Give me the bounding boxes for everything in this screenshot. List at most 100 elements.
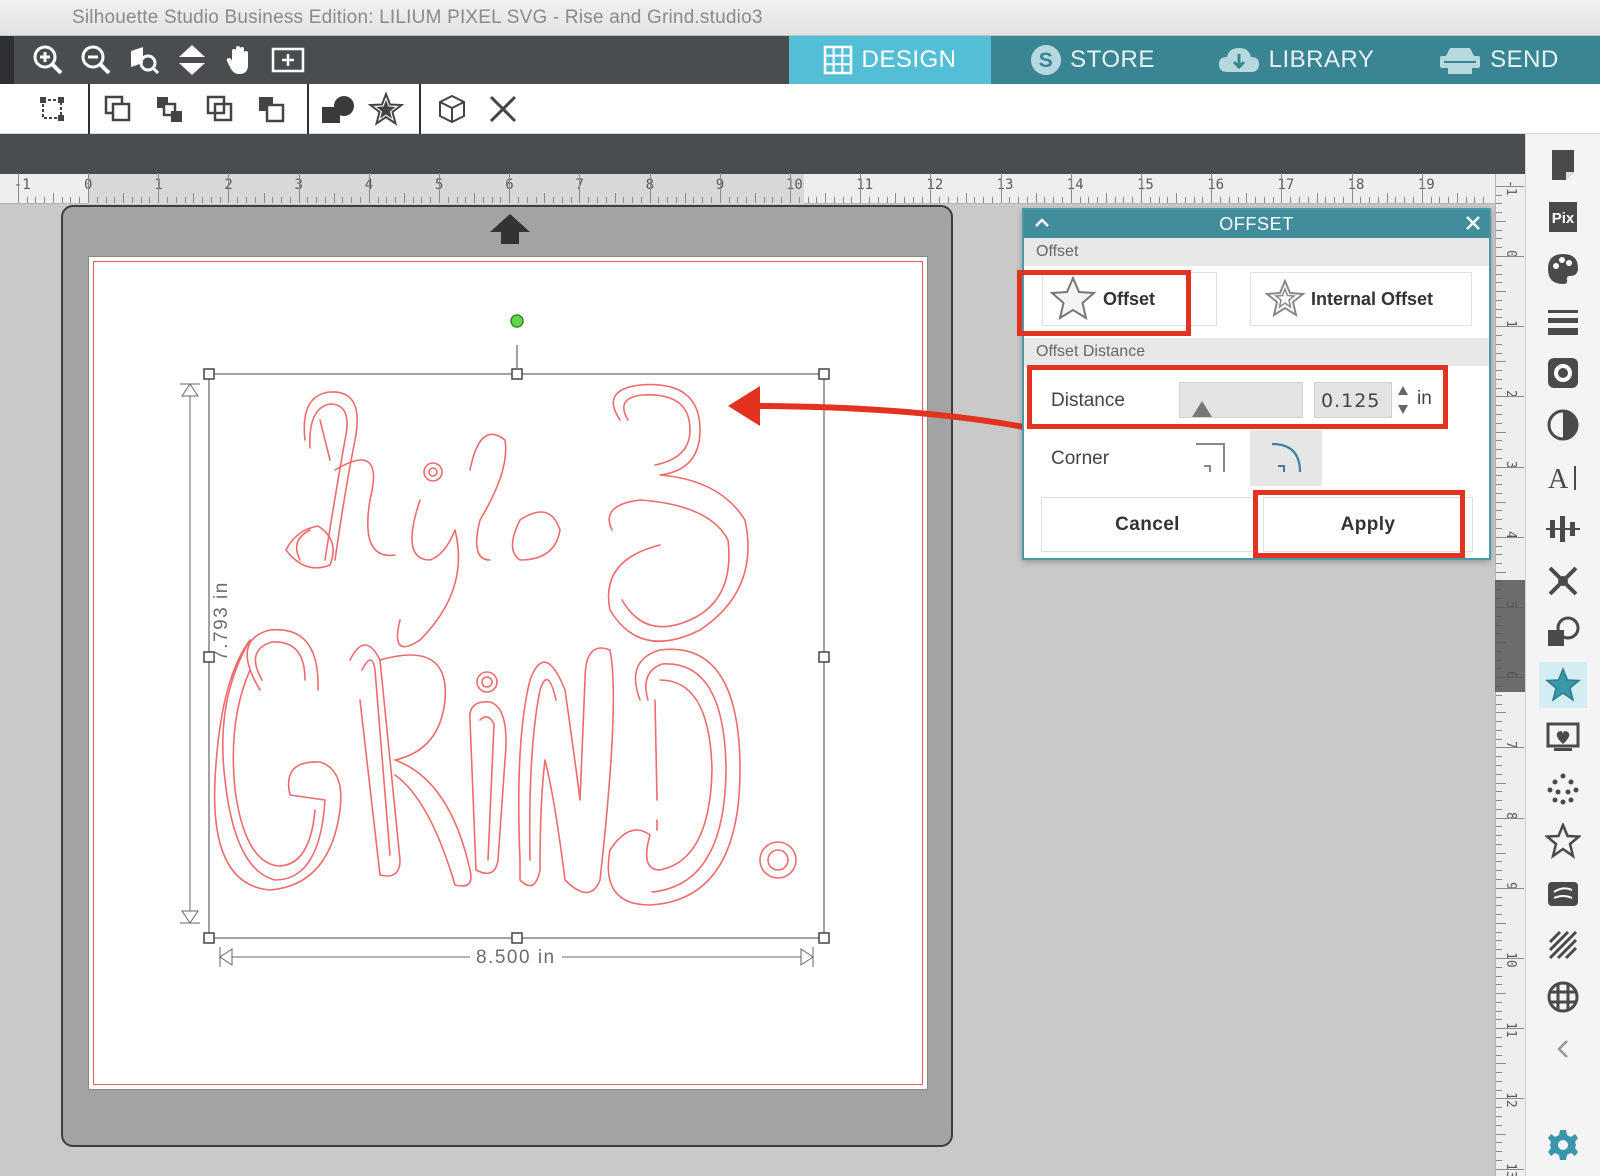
ruler-tick <box>1496 712 1506 714</box>
ruler-tick <box>1496 949 1502 951</box>
contrast-icon[interactable] <box>1539 402 1587 448</box>
ruler-tick <box>1496 220 1506 222</box>
tab-library[interactable]: LIBRARY <box>1194 36 1397 84</box>
sketch-icon[interactable] <box>1539 870 1587 916</box>
fill-pattern-icon[interactable] <box>1539 922 1587 968</box>
close-icon[interactable] <box>1463 212 1483 234</box>
pan-vertical-icon[interactable] <box>172 41 212 79</box>
page-setup-icon[interactable] <box>1539 142 1587 188</box>
ruler-tick <box>1496 291 1506 293</box>
ruler-tick <box>1496 1063 1506 1065</box>
ruler-tick <box>1496 835 1502 837</box>
toolbar-separator <box>88 84 90 134</box>
ruler-tick <box>1219 197 1221 203</box>
bring-forward-icon[interactable] <box>149 90 189 128</box>
ruler-tick <box>1496 1133 1506 1135</box>
ruler-tick <box>1496 256 1524 257</box>
ruler-tick <box>61 197 63 203</box>
corner-round-button[interactable] <box>1250 430 1322 486</box>
ruler-tick <box>1496 413 1502 415</box>
3d-box-icon[interactable] <box>432 90 472 128</box>
line-style-icon[interactable] <box>1539 298 1587 344</box>
send-backward-icon[interactable] <box>200 90 240 128</box>
ruler-tick <box>1496 273 1502 275</box>
ruler-tick <box>140 197 142 203</box>
ruler-tick <box>1176 193 1178 203</box>
settings-gear-icon[interactable] <box>1539 1122 1587 1168</box>
replicate-icon[interactable] <box>1539 558 1587 604</box>
ruler-tick <box>1496 721 1502 723</box>
ruler-tick <box>807 197 809 203</box>
pixscan-icon[interactable]: Pix <box>1539 194 1587 240</box>
ruler-tick <box>316 197 318 203</box>
rhinestone-icon[interactable] <box>1539 766 1587 812</box>
ruler-tick <box>1228 197 1230 203</box>
trace-icon[interactable] <box>1539 714 1587 760</box>
ruler-tick <box>1281 173 1283 203</box>
zoom-selected-icon[interactable] <box>124 41 164 79</box>
ruler-tick <box>386 197 388 203</box>
fit-to-page-icon[interactable] <box>268 41 308 79</box>
zoom-out-icon[interactable] <box>76 41 116 79</box>
ruler-tick <box>921 197 923 203</box>
transform-icon[interactable] <box>32 90 72 128</box>
ruler-tick <box>1496 528 1502 530</box>
delete-x-icon[interactable] <box>483 90 523 128</box>
internal-offset-option-button[interactable]: Internal Offset <box>1250 272 1472 326</box>
ruler-tick <box>1044 197 1046 203</box>
corner-label: Corner <box>1051 448 1110 469</box>
modify-shapes-icon[interactable] <box>318 90 358 128</box>
ruler-tick <box>1496 185 1524 187</box>
tab-send[interactable]: SEND <box>1397 36 1600 84</box>
ruler-tick <box>1496 352 1502 354</box>
ruler-tick <box>1448 197 1450 203</box>
store-s-icon: S <box>1031 45 1062 75</box>
feed-direction-arrow-icon <box>490 214 530 244</box>
tab-design[interactable]: DESIGN <box>789 36 991 84</box>
ruler-tick <box>588 197 590 203</box>
modify-icon[interactable] <box>1539 610 1587 656</box>
internal-offset-option-label: Internal Offset <box>1311 288 1434 309</box>
ruler-tick <box>272 197 274 203</box>
grid-icon[interactable] <box>1539 974 1587 1020</box>
text-style-icon[interactable]: A <box>1539 454 1587 500</box>
fill-color-icon[interactable] <box>1539 246 1587 292</box>
ruler-tick <box>1496 563 1502 565</box>
hand-pan-icon[interactable] <box>220 41 260 79</box>
ruler-tick <box>1132 197 1134 203</box>
ruler-tick <box>1496 826 1502 828</box>
tab-store[interactable]: S STORE <box>991 36 1194 84</box>
ruler-tick <box>1496 422 1502 424</box>
send-to-back-icon[interactable] <box>251 90 291 128</box>
grid-icon <box>824 45 853 75</box>
chevron-left-icon[interactable] <box>1539 1026 1587 1072</box>
image-effects-icon[interactable] <box>1539 350 1587 396</box>
align-icon[interactable] <box>1539 506 1587 552</box>
corner-sharp-button[interactable] <box>1174 430 1246 486</box>
ruler-tick <box>1496 440 1502 442</box>
ruler-label: 12 <box>926 177 944 193</box>
window-title: Silhouette Studio Business Edition: LILI… <box>72 7 763 28</box>
ruler-tick <box>1496 1028 1524 1030</box>
app-window: Silhouette Studio Business Edition: LILI… <box>0 0 1600 1176</box>
tab-send-label: SEND <box>1490 46 1559 73</box>
bring-to-front-icon[interactable] <box>98 90 138 128</box>
toolbar-separator <box>419 84 421 134</box>
ruler-tick <box>1105 193 1107 203</box>
ruler-tick <box>1246 193 1248 203</box>
offset-star-icon[interactable] <box>1539 662 1587 708</box>
svg-text:Pix: Pix <box>1552 210 1575 227</box>
cancel-button[interactable]: Cancel <box>1041 497 1254 552</box>
workspace-tabs: DESIGN S STORE LIBRARY SEND <box>789 36 1600 84</box>
ruler-tick <box>640 197 642 203</box>
zoom-in-icon[interactable] <box>28 41 68 79</box>
vertical-scrollbar[interactable] <box>1495 580 1525 692</box>
ruler-tick <box>1334 197 1336 203</box>
ruler-tick <box>1496 343 1502 345</box>
ruler-tick <box>377 197 379 203</box>
offset-star-icon[interactable] <box>366 90 406 128</box>
star-outline-icon[interactable] <box>1539 818 1587 864</box>
ruler-tick <box>1496 247 1502 249</box>
ruler-tick <box>1496 993 1506 995</box>
ruler-tick <box>360 197 362 203</box>
